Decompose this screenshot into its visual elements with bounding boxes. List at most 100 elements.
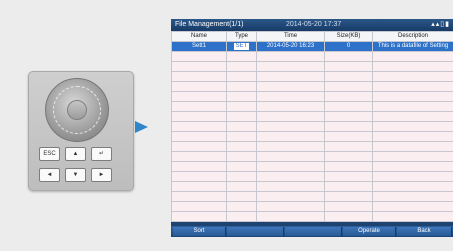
cell-description [372, 211, 453, 222]
cell-type [226, 91, 257, 102]
cell-size [324, 81, 373, 92]
table-row[interactable] [171, 101, 453, 112]
table-row[interactable] [171, 151, 453, 162]
cell-name [171, 101, 227, 112]
cell-description: This is a datafile of Setting [372, 41, 453, 52]
cell-description [372, 191, 453, 202]
cell-name [171, 61, 227, 72]
operate-button[interactable]: Operate [343, 227, 396, 236]
table-row[interactable] [171, 171, 453, 182]
cell-description [372, 201, 453, 212]
table-row[interactable] [171, 181, 453, 192]
back-button[interactable]: Back [397, 227, 452, 236]
cell-size [324, 111, 373, 122]
cell-name [171, 81, 227, 92]
table-row[interactable]: Sett1 SET 2014-05-20 16:23 0 This is a dataf… [171, 41, 453, 52]
table-row[interactable] [171, 71, 453, 82]
cell-description [372, 131, 453, 142]
table-row[interactable] [171, 81, 453, 92]
cell-description [372, 61, 453, 72]
cell-description [372, 171, 453, 182]
cell-size [324, 131, 373, 142]
left-button[interactable]: ◄ [39, 168, 60, 182]
cell-description [372, 71, 453, 82]
cell-time [256, 101, 325, 112]
cell-description [372, 141, 453, 152]
cell-type [226, 71, 257, 82]
down-button[interactable]: ▼ [65, 168, 86, 182]
table-row[interactable] [171, 131, 453, 142]
cell-type [226, 171, 257, 182]
device-screen: File Management(1/1) 2014-05-20 17:37 ▴▴… [171, 19, 453, 237]
table-header-row: Name Type Time Size(KB) Description [171, 31, 453, 42]
bottom-toolbar: Sort Operate Back [171, 226, 453, 237]
screen-datetime: 2014-05-20 17:37 [286, 21, 342, 28]
table-row[interactable] [171, 191, 453, 202]
esc-button[interactable]: ESC [39, 147, 60, 161]
table-row[interactable] [171, 141, 453, 152]
cell-time [256, 171, 325, 182]
dial-center-button[interactable] [67, 100, 87, 120]
cell-type [226, 131, 257, 142]
cell-size [324, 181, 373, 192]
toolbar-slot-3[interactable] [285, 227, 342, 236]
cell-time [256, 181, 325, 192]
cell-size [324, 211, 373, 222]
cell-name [171, 201, 227, 212]
cell-size [324, 121, 373, 132]
up-button[interactable]: ▲ [65, 147, 86, 161]
arrow-right-icon [135, 121, 148, 133]
table-row[interactable] [171, 211, 453, 222]
cell-description [372, 181, 453, 192]
table-row[interactable] [171, 51, 453, 62]
right-button[interactable]: ► [91, 168, 112, 182]
table-row[interactable] [171, 91, 453, 102]
column-header-time[interactable]: Time [256, 31, 325, 42]
cell-name [171, 131, 227, 142]
cell-type [226, 181, 257, 192]
cell-time [256, 121, 325, 132]
cell-time [256, 131, 325, 142]
column-header-size[interactable]: Size(KB) [324, 31, 373, 42]
table-row[interactable] [171, 61, 453, 72]
cell-name [171, 51, 227, 62]
column-header-name[interactable]: Name [171, 31, 227, 42]
cell-type [226, 211, 257, 222]
cell-time [256, 111, 325, 122]
table-row[interactable] [171, 201, 453, 212]
cell-type [226, 141, 257, 152]
cell-size [324, 61, 373, 72]
cell-description [372, 151, 453, 162]
cell-description [372, 81, 453, 92]
cell-size: 0 [324, 41, 373, 52]
cell-type [226, 121, 257, 132]
table-row[interactable] [171, 161, 453, 172]
column-header-description[interactable]: Description [372, 31, 453, 42]
cell-description [372, 51, 453, 62]
cell-time [256, 201, 325, 212]
cell-size [324, 151, 373, 162]
table-row[interactable] [171, 111, 453, 122]
cell-name [171, 151, 227, 162]
cell-size [324, 51, 373, 62]
cell-size [324, 201, 373, 212]
enter-button[interactable]: ↵ [91, 147, 112, 161]
type-tag: SET [233, 43, 250, 50]
toolbar-slot-2[interactable] [227, 227, 284, 236]
sort-button[interactable]: Sort [173, 227, 226, 236]
illustration-panel: ESC ▲ ↵ ◄ ▼ ► File Management(1/1) 2014-… [0, 0, 453, 251]
rotary-dial[interactable] [45, 78, 109, 142]
cell-type [226, 111, 257, 122]
cell-name [171, 71, 227, 82]
cell-description [372, 121, 453, 132]
cell-size [324, 191, 373, 202]
cell-type [226, 191, 257, 202]
cell-time [256, 81, 325, 92]
cell-name [171, 161, 227, 172]
cell-time [256, 141, 325, 152]
column-header-type[interactable]: Type [226, 31, 257, 42]
cell-type [226, 161, 257, 172]
cell-time [256, 61, 325, 72]
cell-type: SET [226, 41, 257, 52]
table-row[interactable] [171, 121, 453, 132]
